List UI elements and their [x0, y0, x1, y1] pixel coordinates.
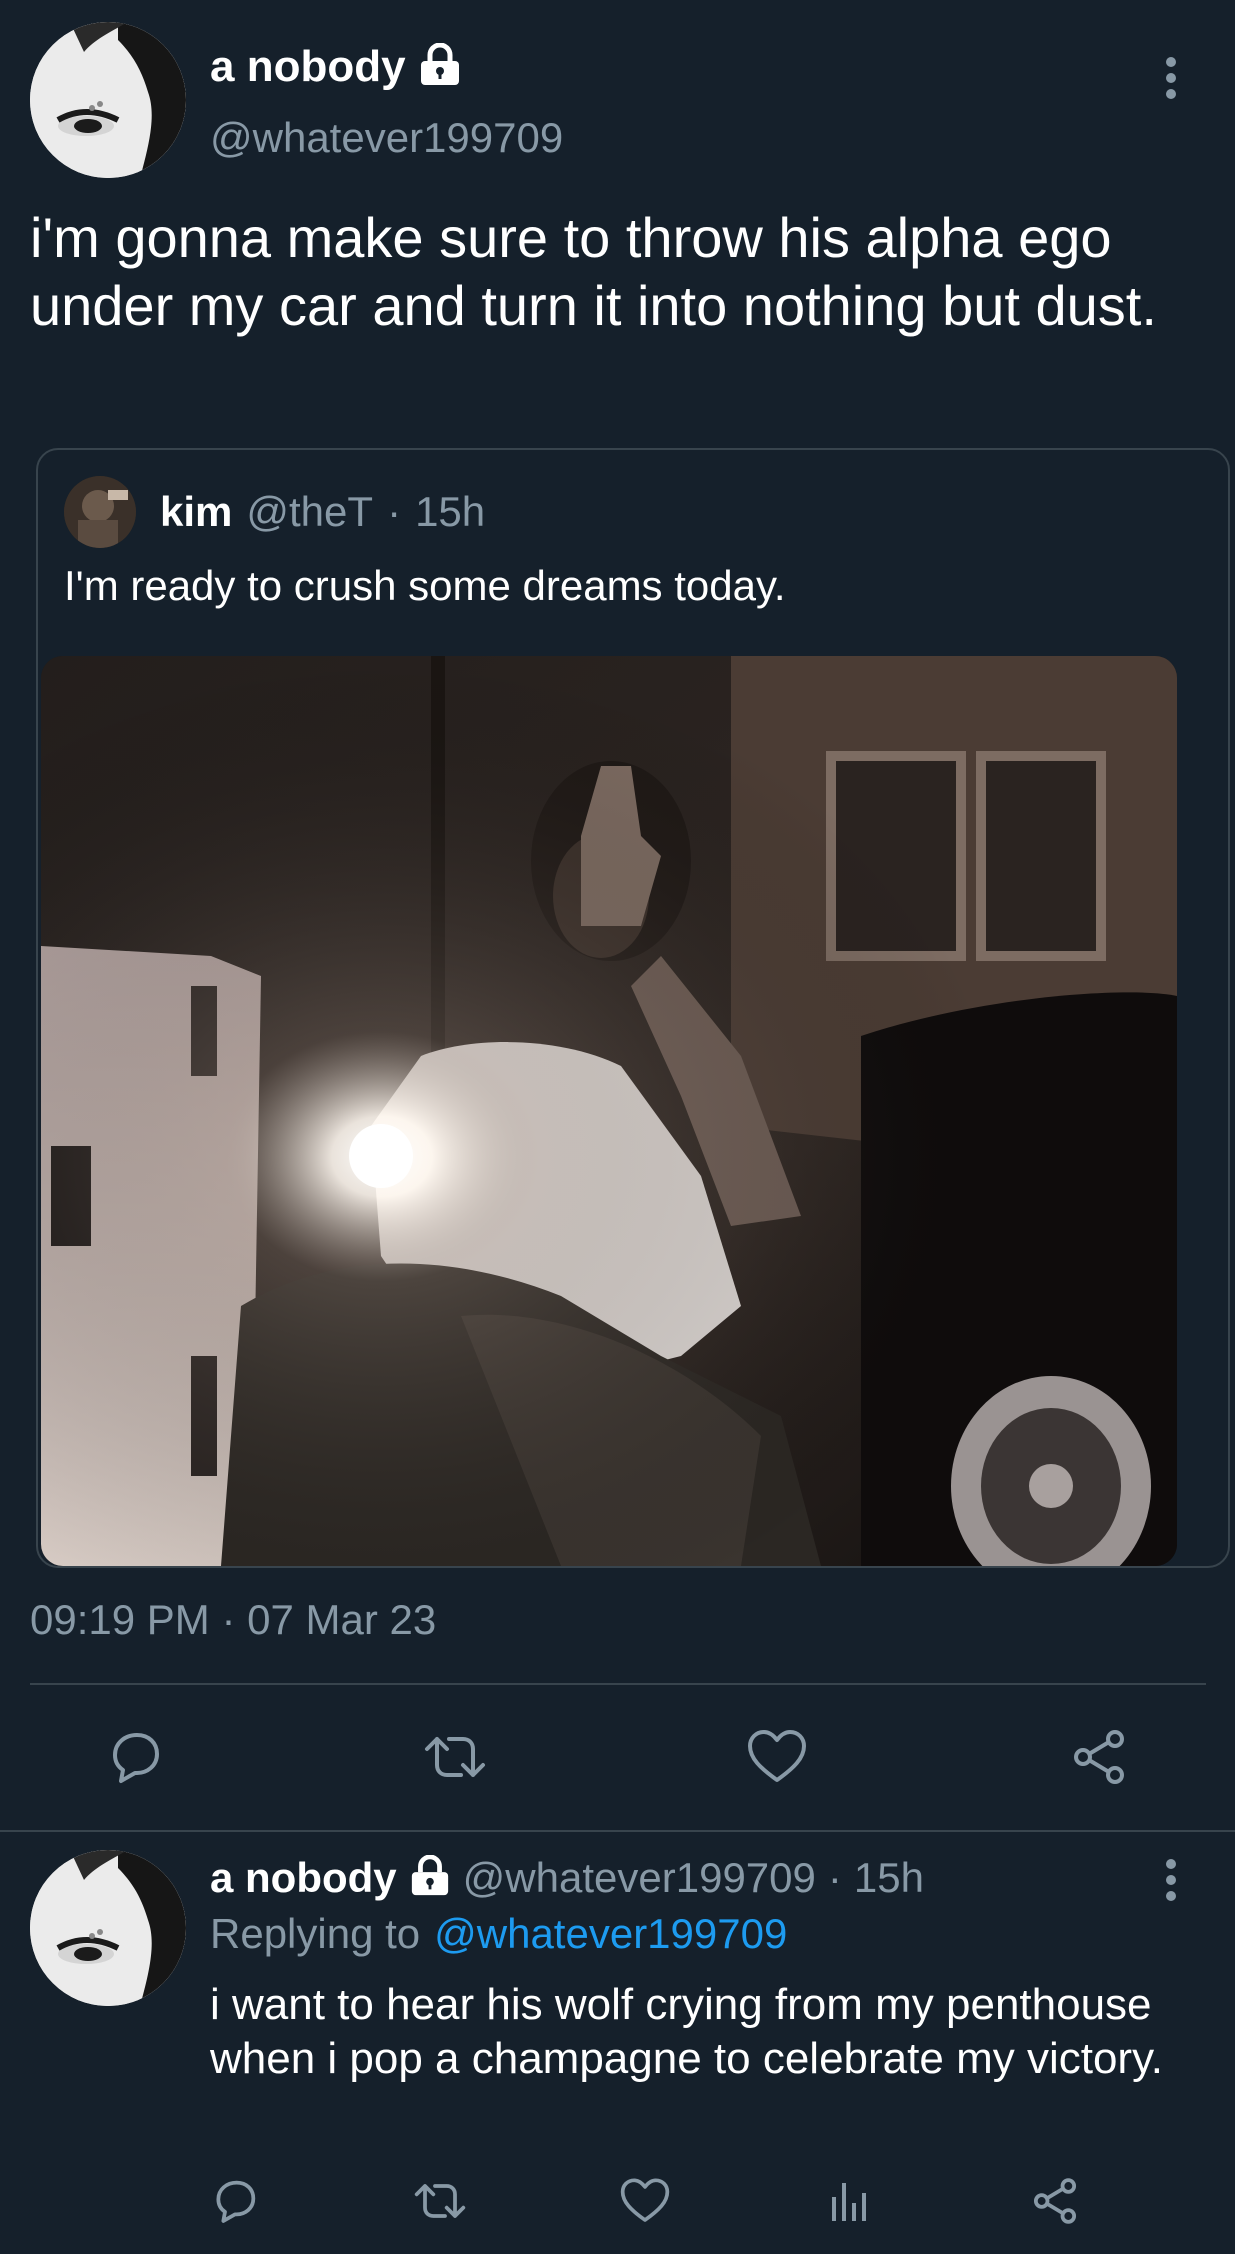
reply-like-button[interactable]	[610, 2166, 680, 2236]
reply-retweet-button[interactable]	[405, 2166, 475, 2236]
reply-analytics-button[interactable]	[815, 2166, 885, 2236]
quoted-photo[interactable]	[41, 656, 1177, 1566]
replying-to-label: Replying to	[210, 1910, 421, 1957]
reply-icon	[113, 1733, 159, 1783]
display-name[interactable]: a nobody	[210, 42, 406, 92]
quote-display-name: kim	[160, 488, 233, 535]
like-button[interactable]	[742, 1722, 812, 1792]
quote-separator: ·	[387, 488, 402, 535]
like-icon	[748, 1730, 806, 1782]
avatar-image	[30, 22, 186, 178]
share-icon	[1033, 2178, 1077, 2224]
quoted-photo-image	[41, 656, 1177, 1566]
quote-author-line: kim @theT · 15h	[160, 488, 485, 536]
like-icon	[620, 2178, 670, 2222]
author-line: a nobody	[210, 42, 462, 92]
more-options-icon[interactable]	[1164, 56, 1178, 100]
reply-text: i want to hear his wolf crying from my p…	[210, 1980, 1164, 2083]
retweet-icon	[414, 2184, 466, 2218]
quote-avatar	[64, 476, 136, 548]
share-icon	[1074, 1730, 1124, 1784]
reply-share-button[interactable]	[1020, 2166, 1090, 2236]
replying-to-line: Replying to @whatever199709	[210, 1910, 787, 1958]
reply-reply-button[interactable]	[200, 2166, 270, 2236]
reply-button[interactable]	[100, 1722, 170, 1792]
lock-icon	[409, 1854, 451, 1902]
section-divider	[0, 1830, 1235, 1832]
quote-handle: @theT	[246, 488, 374, 535]
author-handle[interactable]: @whatever199709	[210, 114, 563, 162]
quote-time: 15h	[415, 488, 486, 535]
reply-time: 15h	[853, 1854, 924, 1901]
lock-icon	[418, 42, 462, 92]
quote-text: I'm ready to crush some dreams today.	[64, 562, 786, 609]
avatar[interactable]	[30, 22, 186, 178]
reply-handle[interactable]: @whatever199709	[463, 1854, 816, 1902]
reply-author-line: a nobody @whatever199709 · 15h	[210, 1854, 924, 1902]
tweet-text: i'm gonna make sure to throw his alpha e…	[30, 206, 1157, 337]
reply-display-name[interactable]: a nobody	[210, 1854, 397, 1902]
tweet-timestamp: 09:19 PM · 07 Mar 23	[30, 1596, 437, 1643]
reply-avatar-image	[30, 1850, 186, 2006]
reply-avatar[interactable]	[30, 1850, 186, 2006]
reply-icon	[216, 2180, 256, 2223]
share-button[interactable]	[1064, 1722, 1134, 1792]
retweet-button[interactable]	[420, 1722, 490, 1792]
reply-separator: ·	[827, 1854, 842, 1901]
tweet-detail-screen: a nobody @whatever199709 i'm gonna make …	[0, 0, 1235, 2254]
reply-more-options-icon[interactable]	[1164, 1858, 1178, 1902]
divider	[30, 1683, 1206, 1685]
replying-to-link[interactable]: @whatever199709	[434, 1910, 787, 1958]
analytics-icon	[832, 2183, 866, 2221]
retweet-icon	[425, 1737, 485, 1777]
quoted-tweet-card[interactable]: kim @theT · 15h I'm ready to crush some …	[36, 448, 1230, 1568]
